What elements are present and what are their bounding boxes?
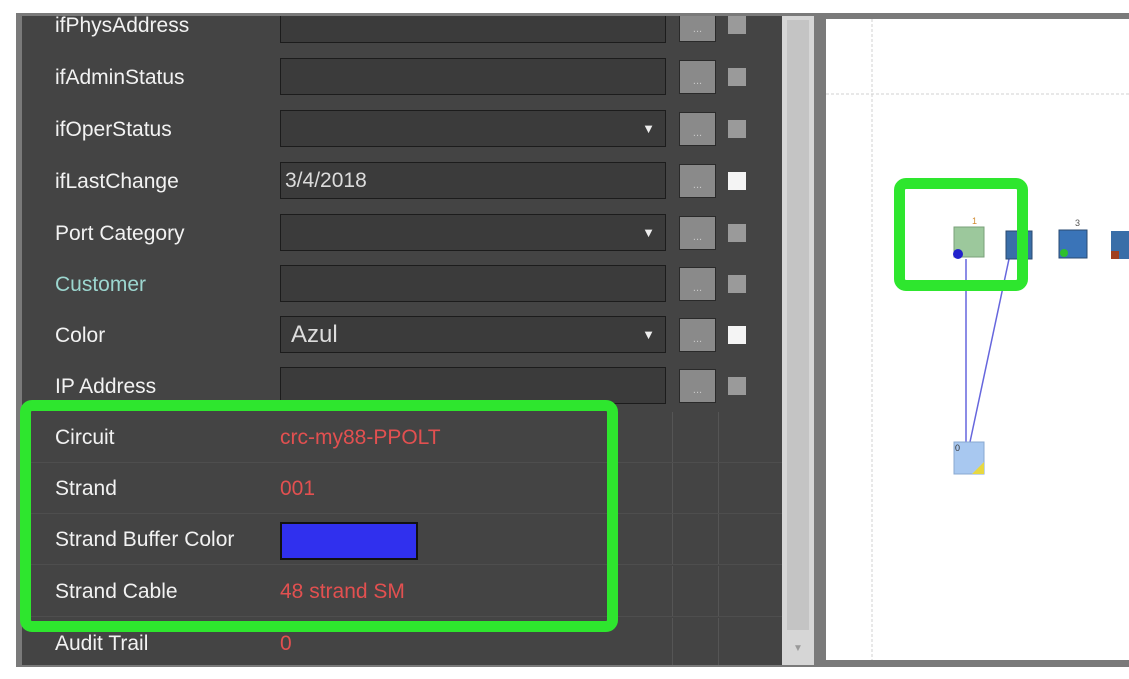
- iflastchange-input[interactable]: 3/4/2018: [280, 162, 666, 199]
- row-ifphysaddress: ifPhysAddress ...: [22, 16, 782, 51]
- diagram-canvas[interactable]: 1 2 3 0: [826, 19, 1129, 660]
- ifadminstatus-browse-button[interactable]: ...: [679, 60, 716, 94]
- row-color: Color Azul ▼ ...: [22, 310, 782, 361]
- port-status-dot: [1060, 249, 1068, 257]
- lower-node[interactable]: 0: [953, 441, 985, 475]
- port-category-checkbox[interactable]: [728, 224, 746, 242]
- column-divider: [718, 514, 719, 565]
- column-divider: [718, 412, 719, 463]
- column-divider: [672, 514, 673, 565]
- row-customer: Customer ...: [22, 259, 782, 310]
- column-divider: [672, 618, 673, 665]
- property-label: Port Category: [55, 222, 185, 245]
- column-divider: [672, 566, 673, 617]
- ifphysaddress-input[interactable]: [280, 16, 666, 43]
- ip-address-input[interactable]: [280, 367, 666, 404]
- scroll-down-arrow-icon[interactable]: ▼: [787, 640, 809, 658]
- iflastchange-checkbox[interactable]: [728, 172, 746, 190]
- color-value: Azul: [291, 321, 338, 348]
- row-ifoperstatus: ifOperStatus ▼ ...: [22, 104, 782, 155]
- property-label: ifLastChange: [55, 170, 179, 193]
- chevron-down-icon[interactable]: ▼: [642, 111, 655, 146]
- port-number-label: 3: [1075, 218, 1080, 228]
- ifadminstatus-input[interactable]: [280, 58, 666, 95]
- port-category-select[interactable]: ▼: [280, 214, 666, 251]
- column-divider: [718, 566, 719, 617]
- row-port-category: Port Category ▼ ...: [22, 208, 782, 259]
- column-divider: [672, 412, 673, 463]
- port-node-4[interactable]: [1111, 231, 1129, 259]
- ifoperstatus-browse-button[interactable]: ...: [679, 112, 716, 146]
- ifphysaddress-checkbox[interactable]: [728, 16, 746, 34]
- property-label: ifPhysAddress: [55, 16, 190, 37]
- customer-browse-button[interactable]: ...: [679, 267, 716, 301]
- row-ifadminstatus: ifAdminStatus ...: [22, 52, 782, 103]
- column-divider: [718, 618, 719, 665]
- column-divider: [718, 463, 719, 514]
- chevron-down-icon[interactable]: ▼: [642, 215, 655, 250]
- color-browse-button[interactable]: ...: [679, 318, 716, 352]
- ip-address-browse-button[interactable]: ...: [679, 369, 716, 403]
- iflastchange-browse-button[interactable]: ...: [679, 164, 716, 198]
- port-status-marker: [1111, 251, 1119, 259]
- chevron-down-icon[interactable]: ▼: [642, 317, 655, 352]
- panel-scrollbar[interactable]: ▼: [782, 16, 814, 665]
- color-checkbox[interactable]: [728, 326, 746, 344]
- port-category-browse-button[interactable]: ...: [679, 216, 716, 250]
- customer-input[interactable]: [280, 265, 666, 302]
- port-node-3[interactable]: 3: [1058, 218, 1088, 259]
- property-label[interactable]: Customer: [55, 259, 146, 310]
- customer-checkbox[interactable]: [728, 275, 746, 293]
- node-label: 0: [955, 443, 960, 453]
- property-label: Color: [55, 324, 106, 347]
- property-label: ifOperStatus: [55, 118, 172, 141]
- ip-address-checkbox[interactable]: [728, 377, 746, 395]
- column-divider: [672, 463, 673, 514]
- diagram-svg: 1 2 3 0: [826, 19, 1129, 660]
- highlight-box-port: [894, 178, 1028, 291]
- ifoperstatus-select[interactable]: ▼: [280, 110, 666, 147]
- highlight-box-fiber-info: [20, 400, 618, 632]
- row-iflastchange: ifLastChange 3/4/2018 ...: [22, 156, 782, 207]
- property-label: ifAdminStatus: [55, 66, 185, 89]
- ifoperstatus-checkbox[interactable]: [728, 120, 746, 138]
- scrollbar-thumb[interactable]: [787, 20, 809, 630]
- color-select[interactable]: Azul ▼: [280, 316, 666, 353]
- ifadminstatus-checkbox[interactable]: [728, 68, 746, 86]
- ifphysaddress-browse-button[interactable]: ...: [679, 16, 716, 42]
